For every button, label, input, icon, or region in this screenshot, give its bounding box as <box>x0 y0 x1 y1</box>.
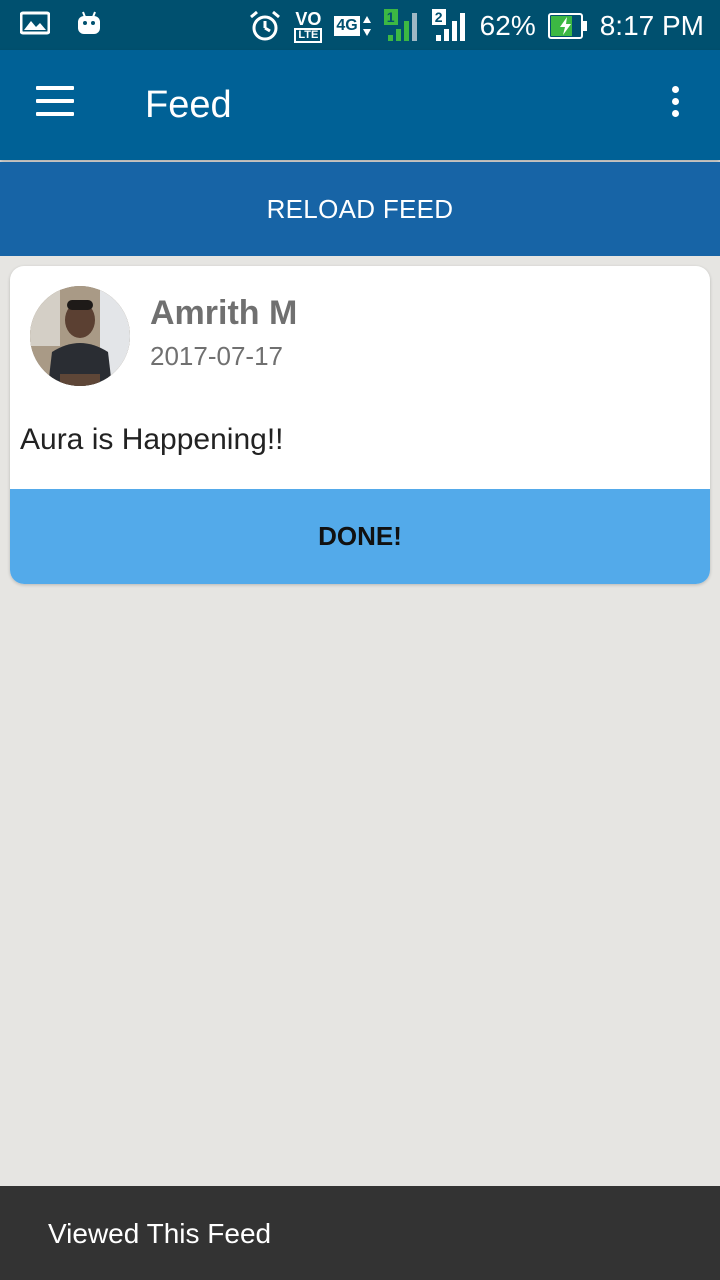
reload-feed-button[interactable]: RELOAD FEED <box>0 162 720 256</box>
network-type-icon: 4G <box>334 14 371 38</box>
volte-bottom-text: LTE <box>294 27 323 43</box>
volte-top-text: VO <box>295 8 322 29</box>
avatar[interactable] <box>30 286 130 386</box>
post-date: 2017-07-17 <box>150 341 283 371</box>
alarm-icon <box>250 10 281 41</box>
snackbar-message: Viewed This Feed <box>48 1218 272 1249</box>
data-arrows-icon <box>362 16 371 36</box>
sim2-label: 2 <box>431 9 446 25</box>
sim2-signal-icon: 2 <box>431 9 468 43</box>
network-type-text: 4G <box>334 16 360 36</box>
battery-percent: 62% <box>479 10 536 41</box>
battery-charging-icon <box>547 13 587 39</box>
android-notification-icon <box>78 11 100 34</box>
post-text: Aura is Happening!! <box>20 423 284 456</box>
status-bar: VO LTE 4G 1 2 62% 8:17 PM <box>0 0 720 50</box>
page-title: Feed <box>145 84 232 126</box>
volte-icon: VO LTE <box>294 8 323 43</box>
sim1-signal-icon: 1 <box>383 9 420 43</box>
sim1-label: 1 <box>383 9 398 25</box>
author-name: Amrith M <box>150 294 298 332</box>
overflow-menu-icon[interactable] <box>660 86 690 126</box>
done-button[interactable]: DONE! <box>10 489 710 584</box>
feed-card: Amrith M 2017-07-17 Aura is Happening!! … <box>10 266 710 584</box>
clock: 8:17 PM <box>599 10 704 41</box>
snackbar: Viewed This Feed <box>0 1186 720 1280</box>
app-bar: Feed <box>0 50 720 160</box>
gallery-notification-icon <box>20 11 50 35</box>
menu-icon[interactable] <box>36 86 76 122</box>
